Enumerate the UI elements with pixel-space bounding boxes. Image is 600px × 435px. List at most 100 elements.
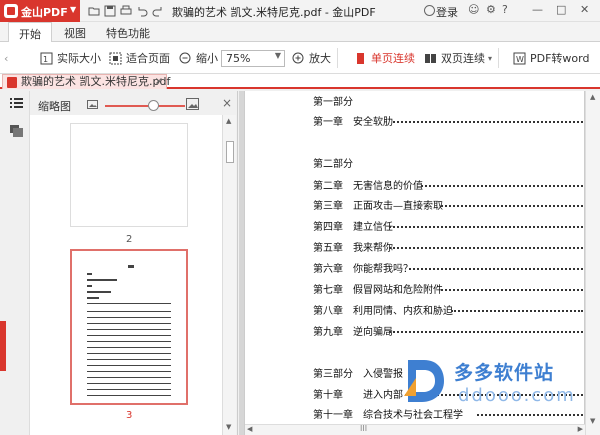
save-icon[interactable]: [104, 5, 116, 17]
print-icon[interactable]: [120, 5, 132, 17]
thumbnail-size-slider[interactable]: [105, 105, 185, 107]
chevron-down-icon: ▼: [70, 5, 77, 14]
toc-entry[interactable]: 第五章 我来帮你: [313, 239, 393, 254]
thumb-text-line: [87, 303, 171, 304]
scroll-up-icon[interactable]: ▲: [226, 117, 231, 125]
page-thumbnail-2[interactable]: [70, 123, 188, 227]
thumb-text-line: [87, 329, 171, 330]
large-image-icon[interactable]: [186, 98, 199, 110]
toolbar-divider: [498, 48, 499, 68]
actual-size-label: 实际大小: [57, 52, 101, 65]
zoom-select[interactable]: 75% ▼: [221, 50, 285, 67]
toc-entry: 第二部分: [313, 159, 353, 170]
close-icon[interactable]: ✕: [580, 3, 589, 16]
zoom-out-button[interactable]: 缩小: [179, 50, 218, 66]
tab-view[interactable]: 视图: [64, 25, 86, 41]
thumbnail-list: 2 3: [30, 115, 222, 435]
small-image-icon[interactable]: [87, 100, 98, 109]
actual-size-icon: 1: [40, 52, 53, 64]
double-page-continuous-button[interactable]: 双页连续 ▾: [424, 50, 492, 66]
thumbnail-list-icon[interactable]: [10, 97, 23, 109]
maximize-icon[interactable]: □: [556, 3, 566, 16]
bookmark-icon[interactable]: [10, 125, 23, 137]
thumb-text-line: [128, 265, 134, 268]
thumb-text-line: [87, 341, 171, 342]
page-thumbnail-3[interactable]: [70, 249, 188, 405]
toc-entry[interactable]: 第十章 进入内部: [313, 386, 403, 401]
skin-icon[interactable]: ☺: [468, 3, 479, 16]
open-folder-icon[interactable]: [88, 5, 100, 17]
actual-size-button[interactable]: 1 实际大小: [40, 50, 101, 66]
login-link[interactable]: 登录: [436, 4, 458, 20]
watermark-url: ddooo.com: [458, 385, 576, 406]
close-tab-icon[interactable]: ×: [155, 75, 163, 88]
zoom-in-button[interactable]: 放大: [292, 50, 331, 66]
app-menu-button[interactable]: 金山PDF ▼: [0, 0, 80, 22]
thumb-text-line: [87, 383, 171, 384]
document-tab[interactable]: 欺骗的艺术 凯文.米特尼克.pdf ×: [2, 74, 171, 89]
undo-icon[interactable]: [136, 5, 148, 17]
thumb-text-line: [87, 291, 111, 293]
toc-entry: 第一部分: [313, 97, 353, 108]
panel-collapse-handle[interactable]: [0, 321, 6, 371]
scroll-left-icon[interactable]: ◀: [247, 425, 252, 433]
user-icon[interactable]: [424, 5, 435, 16]
toc-entry[interactable]: 第七章 假冒网站和危险附件: [313, 281, 443, 296]
minimize-icon[interactable]: —: [532, 3, 543, 16]
tab-features[interactable]: 特色功能: [106, 25, 150, 41]
window-title: 欺骗的艺术 凯文.米特尼克.pdf - 金山PDF: [172, 6, 376, 19]
toc-entry[interactable]: 第九章 逆向骗局: [313, 323, 393, 338]
thumb-text-line: [87, 395, 171, 396]
thumb-text-line: [87, 285, 92, 287]
page-number-3: 3: [126, 410, 133, 421]
fit-page-icon: [109, 52, 122, 64]
single-page-icon: [357, 52, 364, 64]
document-tab-label: 欺骗的艺术 凯文.米特尼克.pdf: [21, 75, 171, 88]
thumb-text-line: [87, 371, 171, 372]
toc-entry[interactable]: 第六章 你能帮我吗？: [313, 260, 413, 275]
toc-entry[interactable]: 第三部分 入侵警报: [313, 365, 403, 380]
pdf-to-word-button[interactable]: W PDF转word: [513, 50, 589, 66]
scroll-down-icon[interactable]: ▼: [590, 417, 595, 425]
thumbnail-scrollbar[interactable]: ▲ ▼: [222, 115, 236, 435]
watermark-logo-icon: [404, 360, 444, 402]
settings-gear-icon[interactable]: ⚙: [486, 3, 496, 16]
thumb-text-line: [87, 365, 171, 366]
thumb-text-line: [87, 297, 99, 299]
scrollbar-grip[interactable]: III: [360, 424, 367, 433]
help-icon[interactable]: ?: [502, 3, 508, 16]
tab-start[interactable]: 开始: [8, 22, 52, 43]
scroll-down-icon[interactable]: ▼: [226, 423, 231, 431]
scroll-right-icon[interactable]: ▶: [578, 425, 583, 433]
thumb-text-line: [87, 273, 92, 275]
title-bar: 金山PDF ▼ 欺骗的艺术 凯文.米特尼克.pdf - 金山PDF 登录 ☺ ⚙…: [0, 0, 600, 22]
zoom-in-icon: [292, 52, 304, 63]
thumb-text-line: [87, 335, 171, 336]
single-page-continuous-button[interactable]: 单页连续: [354, 50, 415, 66]
pdf-file-icon: [7, 77, 17, 88]
zoom-in-label: 放大: [309, 52, 331, 65]
svg-text:W: W: [516, 55, 524, 64]
pdf-to-word-label: PDF转word: [530, 52, 590, 65]
toc-entry[interactable]: 第一章 安全软肋: [313, 113, 393, 128]
toc-entry[interactable]: 第四章 建立信任: [313, 218, 393, 233]
toolbar: ‹ 1 实际大小 适合页面 缩小 75% ▼ 放大 单页连续 双页连续 ▾ W …: [0, 42, 600, 74]
toc-leader: [477, 414, 583, 416]
toc-entry[interactable]: 第三章 正面攻击—直接索取: [313, 197, 443, 212]
fit-page-label: 适合页面: [126, 52, 170, 65]
toc-leader: [389, 247, 583, 249]
chevron-left-icon[interactable]: ‹: [4, 50, 8, 66]
scroll-up-icon[interactable]: ▲: [590, 93, 595, 101]
scrollbar-thumb[interactable]: [226, 141, 234, 163]
app-logo-icon: [4, 4, 18, 18]
fit-page-button[interactable]: 适合页面: [109, 50, 170, 66]
horizontal-scrollbar[interactable]: ◀ III ▶: [245, 424, 585, 435]
toolbar-divider: [337, 48, 338, 68]
redo-icon[interactable]: [152, 5, 164, 17]
thumb-text-line: [87, 317, 171, 318]
toc-entry[interactable]: 第二章 无害信息的价值: [313, 177, 423, 192]
toc-entry[interactable]: 第八章 利用同情、内疚和胁迫: [313, 302, 453, 317]
close-panel-icon[interactable]: ×: [222, 96, 232, 110]
slider-knob[interactable]: [148, 100, 159, 111]
thumb-text-line: [87, 389, 171, 390]
